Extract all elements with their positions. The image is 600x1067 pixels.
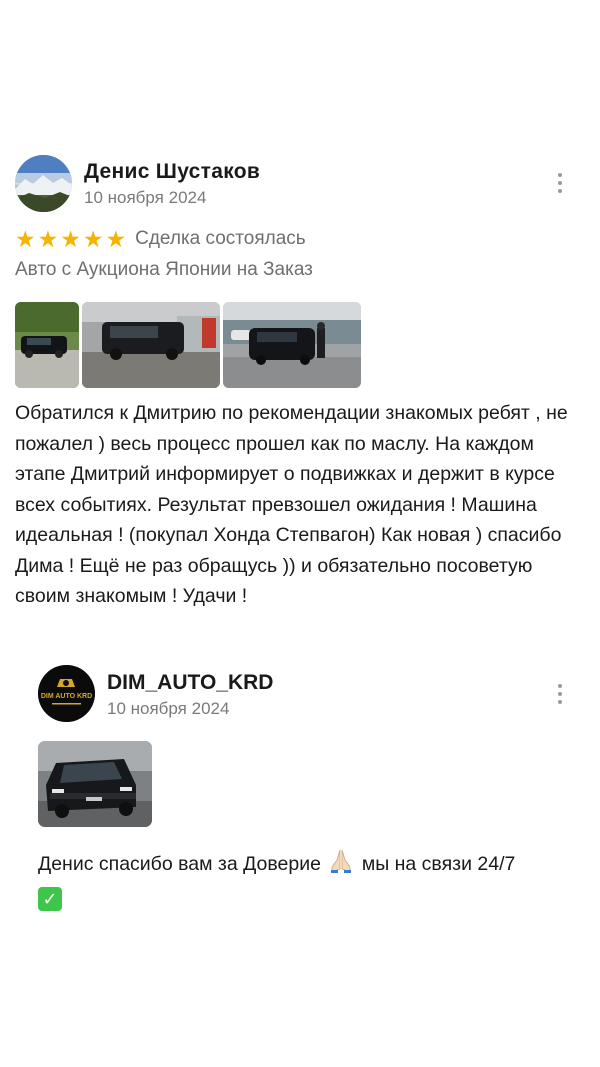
review-date: 10 ноября 2024	[84, 188, 207, 207]
star-icon: ★	[82, 225, 104, 252]
pray-emoji	[331, 849, 352, 873]
author-name[interactable]: Денис Шустаков	[84, 160, 260, 184]
reply-date: 10 ноября 2024	[107, 699, 230, 718]
check-mark-emoji: ✓	[38, 886, 62, 911]
logo-text: DIM AUTO KRD	[41, 693, 92, 700]
review-photo[interactable]	[15, 302, 79, 388]
review-photo[interactable]	[82, 302, 220, 388]
reply-photo[interactable]	[38, 741, 152, 827]
reply-author-name[interactable]: DIM_AUTO_KRD	[107, 671, 273, 695]
star-icon: ★	[60, 225, 81, 252]
star-icon: ★	[15, 225, 36, 252]
star-icon: ★	[105, 225, 127, 252]
review-header: Денис Шустаков 10 ноября 2024	[15, 155, 585, 215]
reply-text-main: Денис спасибо вам за Доверие	[38, 853, 321, 875]
reply-more-options-icon[interactable]	[550, 679, 570, 709]
rating-row: ★ ★ ★ ★ ★ Сделка состоялась	[15, 224, 306, 254]
more-options-icon[interactable]	[550, 168, 570, 198]
review-photo[interactable]	[223, 302, 361, 388]
service-name[interactable]: Авто с Аукциона Японии на Заказ	[15, 259, 313, 281]
deal-status: Сделка состоялась	[135, 228, 306, 249]
review-text: Обратился к Дмитрию по рекомендации знак…	[15, 402, 568, 607]
business-logo[interactable]: DIM AUTO KRD	[38, 665, 95, 722]
review-photos	[15, 302, 361, 388]
author-avatar[interactable]	[15, 155, 72, 212]
star-icon: ★	[37, 225, 59, 252]
reply-text: Денис спасибо вам за Доверие мы на связи…	[38, 848, 585, 911]
reply-text-availability: мы на связи 24/7	[361, 853, 516, 875]
star-rating: ★ ★ ★ ★ ★	[15, 225, 127, 252]
